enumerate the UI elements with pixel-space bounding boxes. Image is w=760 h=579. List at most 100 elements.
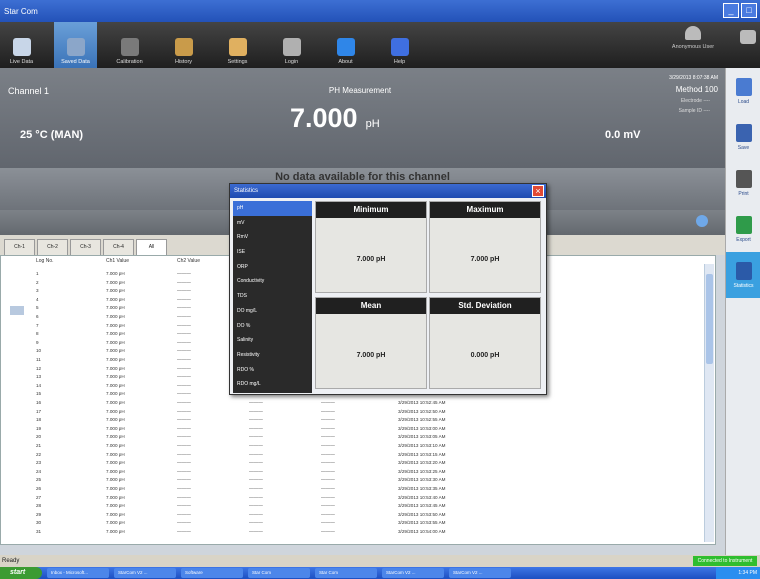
toolbar-history-button[interactable]: History <box>162 22 205 68</box>
table-row[interactable]: 23 7.000 pH ——— ——— ——— 3/29/2013 10:53:20 AM <box>1 459 701 467</box>
side-statistics-button[interactable]: Statistics <box>726 252 760 298</box>
scrollbar-thumb[interactable] <box>706 274 713 364</box>
toolbar-calibration-button[interactable]: Calibration <box>108 22 151 68</box>
table-row[interactable]: 21 7.000 pH ——— ——— ——— 3/29/2013 10:53:10 AM <box>1 442 701 450</box>
table-row[interactable]: 25 7.000 pH ——— ——— ——— 3/29/2013 10:53:30 AM <box>1 476 701 484</box>
minimize-button[interactable]: _ <box>723 3 739 18</box>
maximize-button[interactable]: □ <box>741 3 757 18</box>
cell-ch2-value: ——— <box>177 348 191 354</box>
cell-ch1-value: 7.000 pH <box>106 460 125 466</box>
expand-arrow-icon[interactable] <box>696 215 708 227</box>
cell-ch3-value: ——— <box>249 460 263 466</box>
taskbar-item[interactable]: StarCom V2 ... <box>382 568 444 578</box>
export-icon <box>735 215 752 234</box>
timestamp-label: 3/29/2013 8:07:38 AM <box>669 75 718 81</box>
mv-label: 0.0 mV <box>605 129 641 141</box>
cell-ch1-value: 7.000 pH <box>106 477 125 483</box>
cell-ch2-value: ——— <box>177 511 191 517</box>
tab-ch-2[interactable]: Ch-2 <box>37 239 68 255</box>
toolbar-login-button[interactable]: Login <box>270 22 313 68</box>
param-item[interactable]: Resistivity <box>233 348 312 363</box>
dialog-title-bar[interactable]: Statistics × <box>230 184 546 198</box>
toolbar-label: About <box>338 59 353 65</box>
cell-ch2-value: ——— <box>177 417 191 423</box>
cell-ch4-value: ——— <box>321 434 335 440</box>
param-item[interactable]: ISE <box>233 245 312 260</box>
param-item[interactable]: RmV <box>233 230 312 245</box>
toolbar-live-data-button[interactable]: Live Data <box>0 22 43 68</box>
cell-ch1-value: 7.000 pH <box>106 529 125 534</box>
cell-log-no: 14 <box>36 382 42 388</box>
param-item[interactable]: Conductivity <box>233 274 312 289</box>
stat-label: Minimum <box>316 202 426 218</box>
cell-log-no: 10 <box>36 348 42 354</box>
side-export-button[interactable]: Export <box>726 206 760 252</box>
user-badge[interactable]: Anonymous User <box>658 24 728 50</box>
table-row[interactable]: 22 7.000 pH ——— ——— ——— 3/29/2013 10:53:15 AM <box>1 451 701 459</box>
table-row[interactable]: 30 7.000 pH ——— ——— ——— 3/29/2013 10:53:55 AM <box>1 519 701 527</box>
param-item[interactable]: TDS <box>233 289 312 304</box>
cell-ch2-value: ——— <box>177 271 191 276</box>
cell-ch3-value: ——— <box>249 400 263 405</box>
taskbar-item[interactable]: Software <box>181 568 243 578</box>
stat-value: 7.000 pH <box>356 352 386 359</box>
cell-ch3-value: ——— <box>249 451 263 457</box>
table-row[interactable]: 31 7.000 pH ——— ——— ——— 3/29/2013 10:54:00 AM <box>1 528 701 536</box>
table-row[interactable]: 18 7.000 pH ——— ——— ——— 3/29/2013 10:52:55 AM <box>1 416 701 424</box>
param-item[interactable]: DO % <box>233 319 312 334</box>
table-row[interactable]: 20 7.000 pH ——— ——— ——— 3/29/2013 10:53:05 AM <box>1 433 701 441</box>
tab-ch-4[interactable]: Ch-4 <box>103 239 134 255</box>
table-row[interactable]: 26 7.000 pH ——— ——— ——— 3/29/2013 10:53:35 AM <box>1 485 701 493</box>
taskbar-item[interactable]: Star Com <box>315 568 377 578</box>
param-item[interactable]: RDO % <box>233 363 312 378</box>
cell-ch4-value: ——— <box>321 477 335 483</box>
collapse-icon[interactable] <box>740 30 756 44</box>
param-item[interactable]: mV <box>233 216 312 231</box>
cell-ch2-value: ——— <box>177 296 191 302</box>
table-row[interactable]: 17 7.000 pH ——— ——— ——— 3/29/2013 10:52:50 AM <box>1 408 701 416</box>
cell-ch1-value: 7.000 pH <box>106 357 125 362</box>
taskbar-item[interactable]: StarCom V2 ... <box>114 568 176 578</box>
toolbar-label: Login <box>284 59 299 65</box>
param-item[interactable]: Salinity <box>233 333 312 348</box>
cell-log-no: 30 <box>36 520 42 526</box>
table-scrollbar[interactable] <box>704 264 714 542</box>
print-icon <box>735 169 752 188</box>
table-row[interactable]: 16 7.000 pH ——— ——— ——— 3/29/2013 10:52:45 AM <box>1 399 701 407</box>
help-icon <box>390 38 409 56</box>
cell-ch2-value: ——— <box>177 400 191 405</box>
table-row[interactable]: 24 7.000 pH ——— ——— ——— 3/29/2013 10:53:25 AM <box>1 468 701 476</box>
tab-all[interactable]: All <box>136 239 167 255</box>
toolbar-saved-data-button[interactable]: Saved Data <box>54 22 97 68</box>
toolbar-help-button[interactable]: Help <box>378 22 421 68</box>
table-row[interactable]: 28 7.000 pH ——— ——— ——— 3/29/2013 10:53:45 AM <box>1 502 701 510</box>
toolbar-about-button[interactable]: About <box>324 22 367 68</box>
table-row[interactable]: 29 7.000 pH ——— ——— ——— 3/29/2013 10:53:50 AM <box>1 511 701 519</box>
stat-value: 7.000 pH <box>356 256 386 263</box>
side-print-button[interactable]: Print <box>726 160 760 206</box>
param-item[interactable]: ORP <box>233 260 312 275</box>
taskbar-item[interactable]: Inbox - Microsoft... <box>47 568 109 578</box>
cell-ch1-value: 7.000 pH <box>106 486 125 491</box>
start-button[interactable]: start <box>0 567 42 579</box>
cell-ch3-value: ——— <box>249 468 263 474</box>
param-item[interactable]: RDO mg/L <box>233 377 312 392</box>
stat-label: Maximum <box>430 202 540 218</box>
taskbar-item[interactable]: Star Com <box>248 568 310 578</box>
cell-ch1-value: 7.000 pH <box>106 451 125 457</box>
param-item[interactable]: pH <box>233 201 312 216</box>
cell-ch3-value: ——— <box>249 408 263 414</box>
cell-ch3-value: ——— <box>249 434 263 440</box>
tab-ch-3[interactable]: Ch-3 <box>70 239 101 255</box>
close-icon[interactable]: × <box>532 185 544 197</box>
table-row[interactable]: 19 7.000 pH ——— ——— ——— 3/29/2013 10:53:00 AM <box>1 425 701 433</box>
table-row[interactable]: 27 7.000 pH ——— ——— ——— 3/29/2013 10:53:40 AM <box>1 494 701 502</box>
param-item[interactable]: DO mg/L <box>233 304 312 319</box>
toolbar-settings-button[interactable]: Settings <box>216 22 259 68</box>
cell-timestamp: 3/29/2013 10:53:10 AM <box>398 443 446 448</box>
taskbar-item[interactable]: StarCom V2 ... <box>449 568 511 578</box>
user-label: Anonymous User <box>671 44 715 50</box>
side-load-button[interactable]: Load <box>726 68 760 114</box>
side-save-button[interactable]: Save <box>726 114 760 160</box>
tab-ch-1[interactable]: Ch-1 <box>4 239 35 255</box>
